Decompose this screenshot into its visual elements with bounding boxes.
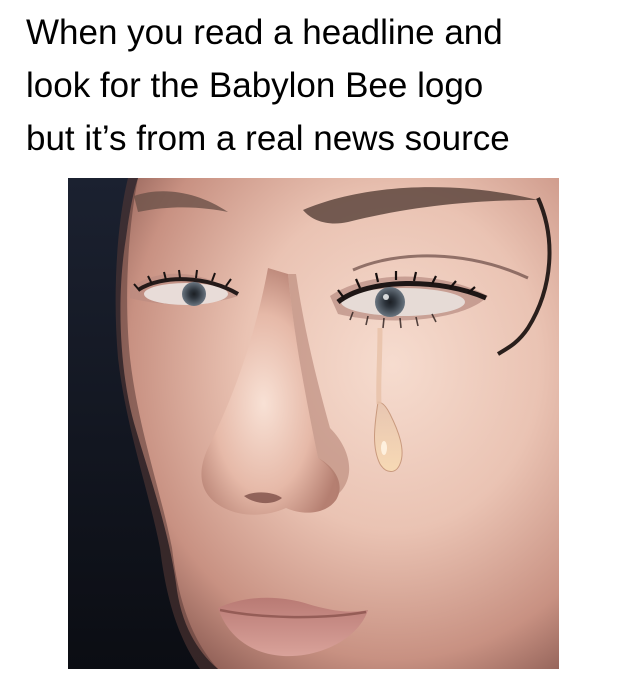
crying-woman-photo bbox=[68, 178, 559, 669]
caption-text: When you read a headline and look for th… bbox=[26, 6, 606, 165]
caption-line-2: look for the Babylon Bee logo bbox=[26, 66, 484, 105]
caption-line-3: but it’s from a real news source bbox=[26, 119, 510, 158]
tear-trail bbox=[376, 327, 383, 405]
meme: When you read a headline and look for th… bbox=[0, 0, 620, 694]
crying-woman-illustration bbox=[68, 178, 559, 669]
right-eye-highlight bbox=[383, 294, 389, 300]
face-skin bbox=[120, 178, 559, 669]
caption-line-1: When you read a headline and bbox=[26, 13, 503, 52]
tear-highlight bbox=[381, 441, 387, 455]
left-iris bbox=[182, 282, 206, 306]
right-iris bbox=[375, 287, 405, 317]
